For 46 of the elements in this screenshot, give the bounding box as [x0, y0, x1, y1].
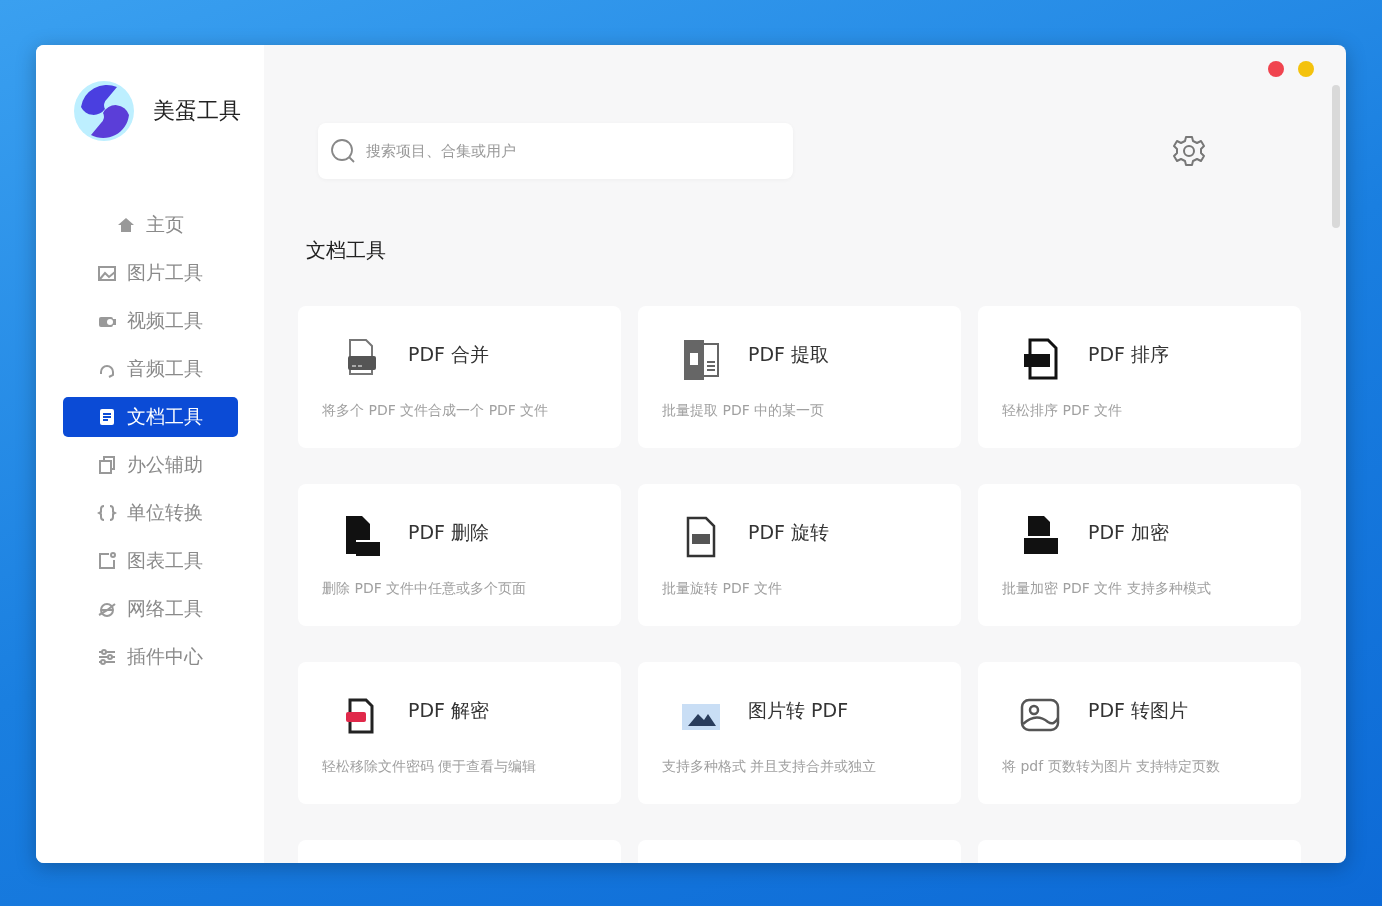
tool-description: 将 pdf 页数转为图片 支持特定页数	[1002, 758, 1222, 776]
tool-card[interactable]: PDF 加密 批量加密 PDF 文件 支持多种模式	[978, 484, 1301, 626]
tool-description: 轻松排序 PDF 文件	[1002, 402, 1124, 420]
tool-card[interactable]: PDF 删除 删除 PDF 文件中任意或多个页面	[298, 484, 621, 626]
search-icon	[330, 138, 356, 164]
sidebar-item[interactable]: 网络工具	[62, 589, 238, 629]
tool-title: PDF 合并	[408, 342, 490, 367]
nav-icon	[97, 503, 117, 523]
tool-card[interactable]: PDF 转图片 将 pdf 页数转为图片 支持特定页数	[978, 662, 1301, 804]
tool-description: 轻松移除文件密码 便于查看与编辑	[322, 758, 538, 776]
sidebar-item[interactable]: 文档工具	[62, 397, 238, 437]
tool-card[interactable]: PDF 旋转 批量旋转 PDF 文件	[638, 484, 961, 626]
tool-title: PDF 旋转	[748, 520, 830, 545]
settings-icon[interactable]	[1172, 134, 1206, 168]
sidebar-item[interactable]: 办公辅助	[62, 445, 238, 485]
tool-card[interactable]: PDF 合并 将多个 PDF 文件合成一个 PDF 文件	[298, 306, 621, 448]
tool-title: PDF 删除	[408, 520, 490, 545]
nav-icon	[97, 455, 117, 475]
tool-card[interactable]: PDF 提取 批量提取 PDF 中的某一页	[638, 306, 961, 448]
tool-description: 批量加密 PDF 文件 支持多种模式	[1002, 580, 1212, 598]
tool-description: 批量提取 PDF 中的某一页	[662, 402, 826, 420]
tool-card[interactable]: 图片转 PDF 支持多种格式 并且支持合并或独立	[638, 662, 961, 804]
nav-icon	[116, 215, 136, 235]
close-button[interactable]	[1268, 61, 1284, 77]
tool-title: 图片转 PDF	[748, 698, 849, 723]
nav-icon	[97, 647, 117, 667]
search-field[interactable]: 搜索项目、合集或用户	[318, 123, 793, 179]
tool-title: PDF 提取	[748, 342, 830, 367]
tool-card[interactable]: PDF 排序 轻松排序 PDF 文件	[978, 306, 1301, 448]
tool-description: 批量旋转 PDF 文件	[662, 580, 784, 598]
tool-title: PDF 解密	[408, 698, 490, 723]
nav-icon	[97, 407, 117, 427]
app-name: 美蛋工具	[153, 97, 241, 125]
tool-title: PDF 转图片	[1088, 698, 1189, 723]
tool-description: 支持多种格式 并且支持合并或独立	[662, 758, 878, 776]
tool-card[interactable]: PDF 解密 轻松移除文件密码 便于查看与编辑	[298, 662, 621, 804]
scrollbar-thumb[interactable]	[1332, 85, 1340, 228]
sidebar-item[interactable]: 插件中心	[62, 637, 238, 677]
tool-description: 删除 PDF 文件中任意或多个页面	[322, 580, 528, 598]
nav-icon	[97, 551, 117, 571]
tool-title: PDF 加密	[1088, 520, 1170, 545]
nav-icon	[97, 263, 117, 283]
tool-title: PDF 排序	[1088, 342, 1170, 367]
tool-description: 将多个 PDF 文件合成一个 PDF 文件	[322, 402, 550, 420]
sidebar-item[interactable]: 单位转换	[62, 493, 238, 533]
section-title: 文档工具	[306, 237, 387, 264]
